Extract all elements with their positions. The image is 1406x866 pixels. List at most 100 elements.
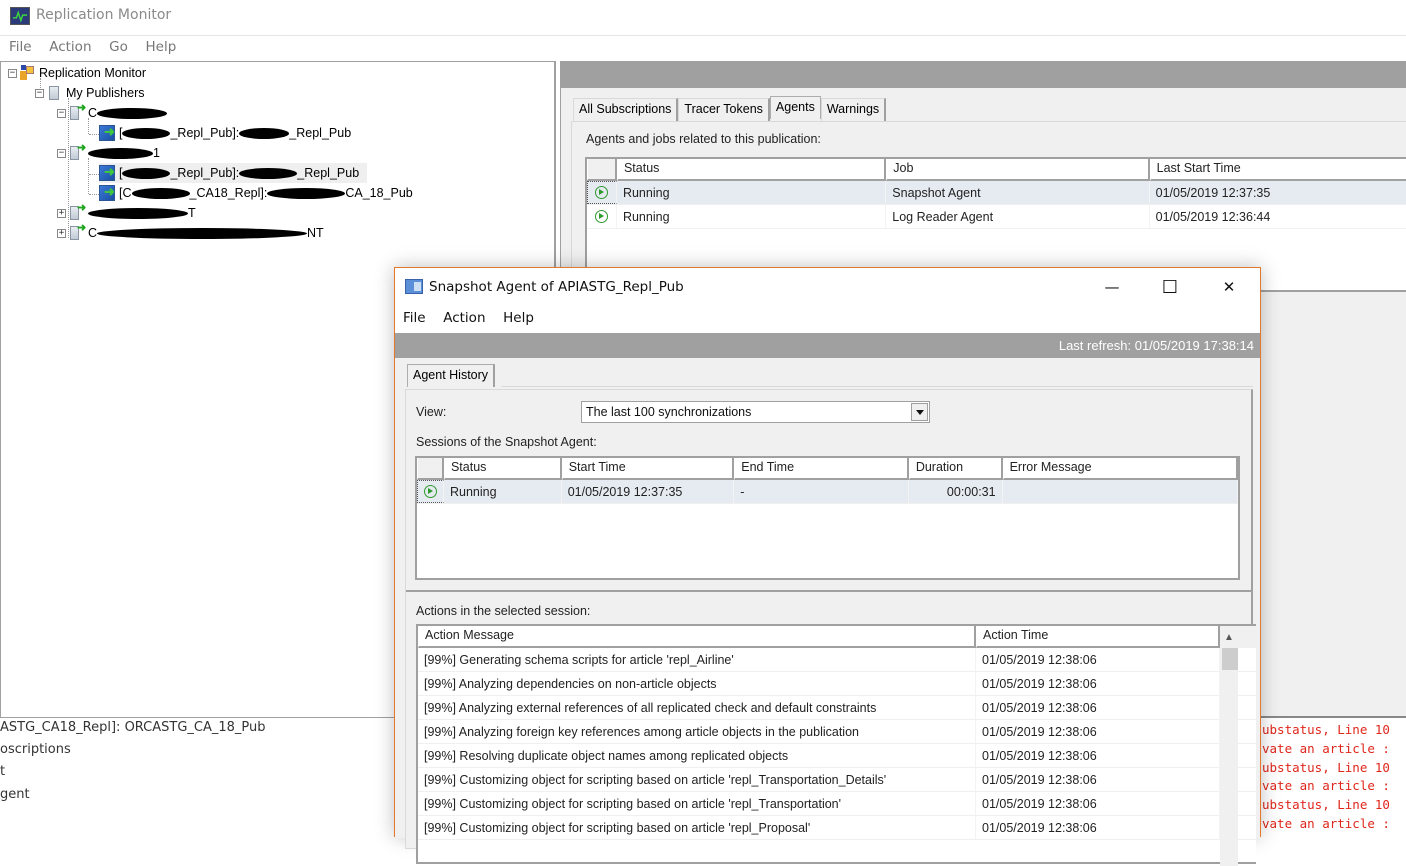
main-window-title: Replication Monitor xyxy=(36,7,172,23)
dialog-tabs: Agent History xyxy=(407,364,496,387)
action-time: 01/05/2019 12:38:06 xyxy=(976,816,1220,839)
replication-monitor-app-icon xyxy=(10,7,30,25)
agents-grid-header: Status Job Last Start Time xyxy=(587,159,1406,181)
error-output-line: ubstatus, Line 10 xyxy=(1262,760,1390,775)
collapse-toggle[interactable]: − xyxy=(57,108,66,118)
action-row[interactable]: [99%] Analyzing dependencies on non-arti… xyxy=(418,672,1256,696)
column-header-end-time[interactable]: End Time xyxy=(734,458,909,480)
action-row[interactable]: [99%] Analyzing foreign key references a… xyxy=(418,720,1256,744)
last-refresh-label: Last refresh: 01/05/2019 17:38:14 xyxy=(1058,338,1254,353)
agent-row[interactable]: Running Log Reader Agent 01/05/2019 12:3… xyxy=(587,205,1406,229)
menu-action[interactable]: Action xyxy=(44,36,96,58)
sessions-grid[interactable]: Status Start Time End Time Duration Erro… xyxy=(415,456,1240,580)
error-output-line: ubstatus, Line 10 xyxy=(1262,722,1390,737)
publisher-server-icon: ➜ xyxy=(68,222,86,241)
column-header-error-message[interactable]: Error Message xyxy=(1002,458,1238,480)
column-header-status[interactable]: Status xyxy=(616,159,887,181)
action-row[interactable]: [99%] Resolving duplicate object names a… xyxy=(418,744,1256,768)
menu-go[interactable]: Go xyxy=(104,36,133,58)
sessions-grid-header: Status Start Time End Time Duration Erro… xyxy=(417,458,1238,480)
tree-node-server[interactable]: − ➜ C xyxy=(57,102,168,123)
session-end-time: - xyxy=(734,480,909,503)
collapse-toggle[interactable]: − xyxy=(8,68,17,78)
publication-icon: ➜ xyxy=(99,164,115,181)
column-header-action-time[interactable]: Action Time xyxy=(976,626,1220,648)
tab-tracer-tokens[interactable]: Tracer Tokens xyxy=(678,98,770,121)
dialog-menu-file[interactable]: File xyxy=(398,307,431,329)
agent-status: Running xyxy=(617,205,887,228)
tree-node-publication-selected[interactable]: ➜ [ _Repl_Pub]: _Repl_Pub xyxy=(99,163,368,183)
tree-node-publication[interactable]: ➜ [ _Repl_Pub]: _Repl_Pub xyxy=(99,123,351,143)
action-time: 01/05/2019 12:38:06 xyxy=(976,648,1220,671)
tree-node-server[interactable]: + ➜ T xyxy=(57,202,196,223)
actions-grid[interactable]: Action Message Action Time [99%] Generat… xyxy=(416,624,1256,866)
dialog-status-bar: Last refresh: 01/05/2019 17:38:14 xyxy=(395,333,1260,358)
expand-toggle[interactable]: + xyxy=(57,228,66,238)
tab-all-subscriptions[interactable]: All Subscriptions xyxy=(573,98,679,121)
action-row[interactable]: [99%] Analyzing external references of a… xyxy=(418,696,1256,720)
publisher-server-icon: ➜ xyxy=(68,202,86,221)
tree-connector xyxy=(88,158,89,194)
action-message: [99%] Customizing object for scripting b… xyxy=(418,816,976,839)
tree-label-prefix: C xyxy=(88,226,98,240)
minimize-button[interactable]: — xyxy=(1083,268,1141,306)
panel-splitter[interactable] xyxy=(406,590,1252,592)
action-row[interactable]: [99%] Customizing object for scripting b… xyxy=(418,816,1256,840)
action-row[interactable]: [99%] Customizing object for scripting b… xyxy=(418,768,1256,792)
action-row[interactable]: [99%] Generating schema scripts for arti… xyxy=(418,648,1256,672)
actions-scrollbar[interactable]: ▲ xyxy=(1220,626,1238,866)
action-message: [99%] Generating schema scripts for arti… xyxy=(418,648,976,671)
session-duration: 00:00:31 xyxy=(909,480,1003,503)
details-tabs: All Subscriptions Tracer Tokens Agents W… xyxy=(573,96,887,121)
dialog-menu-action[interactable]: Action xyxy=(438,307,490,329)
tree-node-my-publishers[interactable]: − My Publishers xyxy=(35,83,145,103)
column-header-status[interactable]: Status xyxy=(443,458,562,480)
session-row[interactable]: Running 01/05/2019 12:37:35 - 00:00:31 xyxy=(417,480,1238,504)
agent-row[interactable]: Running Snapshot Agent 01/05/2019 12:37:… xyxy=(587,181,1406,205)
maximize-button[interactable]: ☐ xyxy=(1141,268,1199,306)
collapse-toggle[interactable]: − xyxy=(57,148,66,158)
tab-agent-history[interactable]: Agent History xyxy=(407,364,496,387)
column-header-start-time[interactable]: Start Time xyxy=(561,458,735,480)
dialog-title: Snapshot Agent of APIASTG_Repl_Pub xyxy=(429,279,684,295)
view-dropdown-value: The last 100 synchronizations xyxy=(586,405,752,419)
menu-help[interactable]: Help xyxy=(140,36,181,58)
dialog-menu-help[interactable]: Help xyxy=(498,307,539,329)
tree-node-server[interactable]: − ➜ 1 xyxy=(57,142,160,163)
action-message: [99%] Analyzing dependencies on non-arti… xyxy=(418,672,976,695)
view-label: View: xyxy=(416,405,447,419)
action-row[interactable]: [99%] Customizing object for scripting b… xyxy=(418,792,1256,816)
dialog-body: Agent History View: The last 100 synchro… xyxy=(395,358,1260,866)
column-header-last-start-time[interactable]: Last Start Time xyxy=(1149,159,1406,181)
agent-window-icon xyxy=(405,279,423,294)
column-header-duration[interactable]: Duration xyxy=(908,458,1003,480)
tab-warnings[interactable]: Warnings xyxy=(820,98,887,121)
menu-file[interactable]: File xyxy=(4,36,37,58)
expand-toggle[interactable]: + xyxy=(57,208,66,218)
tree-node-server[interactable]: + ➜ C NT xyxy=(57,222,324,243)
tree-label-suffix: _Repl_Pub xyxy=(297,166,360,180)
action-time: 01/05/2019 12:38:06 xyxy=(976,768,1220,791)
column-header-action-message[interactable]: Action Message xyxy=(418,626,976,648)
column-header-job[interactable]: Job xyxy=(886,159,1150,181)
publisher-server-icon: ➜ xyxy=(68,142,86,161)
view-dropdown[interactable]: The last 100 synchronizations xyxy=(581,401,930,423)
chevron-down-icon[interactable] xyxy=(911,403,928,421)
tab-agents[interactable]: Agents xyxy=(769,96,821,119)
close-button[interactable]: ✕ xyxy=(1200,268,1258,306)
agent-last-start: 01/05/2019 12:36:44 xyxy=(1150,205,1406,228)
tree-label-mid: _Repl_Pub]: xyxy=(170,166,240,180)
tree-node-replication-monitor[interactable]: − Replication Monitor xyxy=(8,63,146,83)
session-status: Running xyxy=(444,480,562,503)
collapse-toggle[interactable]: − xyxy=(35,88,44,98)
background-text-line: t xyxy=(0,764,6,779)
tree-node-publication[interactable]: ➜ [C _CA18_Repl]: CA_18_Pub xyxy=(99,183,413,203)
actions-list: [99%] Generating schema scripts for arti… xyxy=(418,648,1256,840)
scroll-up-icon[interactable]: ▲ xyxy=(1220,626,1238,648)
publishers-group-icon xyxy=(46,85,62,101)
agents-section-label: Agents and jobs related to this publicat… xyxy=(586,132,821,146)
scrollbar-thumb[interactable] xyxy=(1222,648,1238,670)
redacted-text xyxy=(88,147,153,159)
dialog-title-bar[interactable]: Snapshot Agent of APIASTG_Repl_Pub — ☐ ✕ xyxy=(395,268,1260,306)
tree-label-suffix: T xyxy=(188,206,196,220)
